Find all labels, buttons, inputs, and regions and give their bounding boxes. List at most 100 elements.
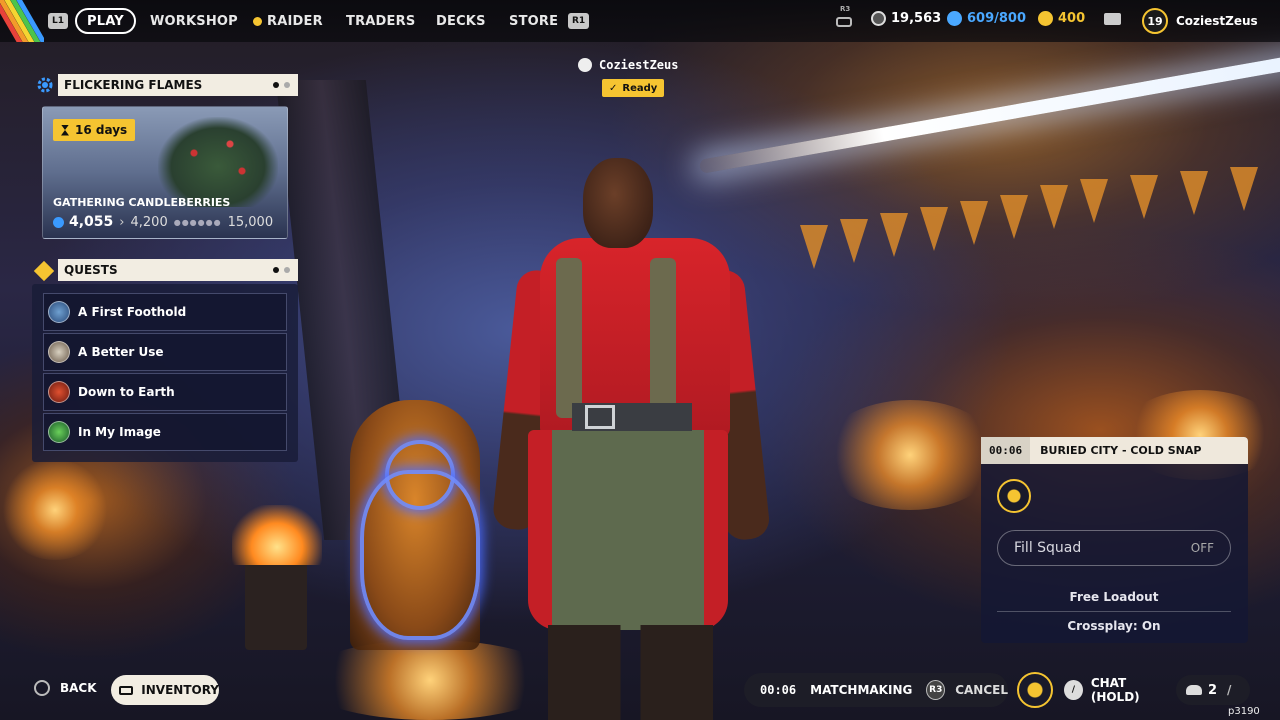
r3-label: R3	[840, 5, 851, 13]
loadout-label: Free Loadout	[1069, 590, 1159, 604]
coins-value: 19,563	[891, 11, 942, 26]
controller-icon	[836, 17, 852, 27]
party-icon	[1186, 685, 1202, 695]
mic-icon: /	[1064, 680, 1083, 700]
back-button[interactable]: BACK	[34, 680, 97, 696]
quest-avatar-icon	[48, 381, 70, 403]
l1-button-hint: L1	[48, 13, 68, 29]
quest-avatar-icon	[48, 301, 70, 323]
level-badge: 19	[1142, 8, 1168, 34]
tokens-value: 400	[1058, 11, 1086, 26]
coins-counter[interactable]: 19,563	[871, 11, 941, 26]
candle-glow	[300, 640, 560, 720]
build-number: p3190	[1228, 706, 1260, 717]
quest-label: A First Foothold	[78, 305, 187, 319]
chevron-right-icon: ›	[119, 214, 125, 230]
event-current-points: 4,055	[69, 214, 114, 230]
event-card[interactable]: 16 days GATHERING CANDLEBERRIES 4,055 › …	[42, 106, 288, 239]
event-title: FLICKERING FLAMES	[64, 78, 203, 92]
mic-small-icon: /	[1227, 683, 1232, 697]
nav-decks[interactable]: DECKS	[436, 8, 486, 34]
inventory-button[interactable]: INVENTORY	[111, 675, 219, 705]
progress-gear-icon	[53, 216, 64, 228]
fill-squad-value: OFF	[1190, 541, 1214, 555]
r3-button-icon: R3	[926, 680, 946, 700]
fill-squad-label: Fill Squad	[1014, 540, 1082, 556]
bunting-flags	[790, 167, 1280, 295]
main-nav: PLAY	[75, 8, 136, 34]
event-next-milestone: 4,200	[130, 214, 168, 230]
nav-store[interactable]: STORE	[509, 8, 558, 34]
match-panel: 00:06 BURIED CITY - COLD SNAP Fill Squad…	[981, 437, 1248, 643]
character-strap	[556, 258, 582, 418]
character-strap	[650, 258, 676, 418]
chat-button[interactable]: / CHAT (HOLD)	[1058, 675, 1174, 705]
inbox-button[interactable]	[1104, 13, 1121, 25]
event-max-points: 15,000	[227, 214, 274, 230]
fire	[232, 505, 322, 565]
nav-decks-wrap: DECKS	[436, 8, 486, 34]
tokens-counter[interactable]: 400	[1038, 11, 1085, 26]
match-header: 00:06 BURIED CITY - COLD SNAP	[981, 437, 1248, 464]
capacity-counter[interactable]: 609/800	[947, 11, 1026, 26]
raider-coin-icon	[253, 16, 262, 26]
inventory-label: INVENTORY	[141, 683, 219, 697]
matchmaking-timer: 00:06	[760, 683, 797, 697]
character-skirt	[528, 430, 728, 630]
event-gear-icon	[36, 76, 54, 94]
squad-leader-icon	[997, 479, 1031, 513]
match-map: BURIED CITY - COLD SNAP	[1040, 444, 1202, 457]
capacity-icon	[947, 11, 962, 26]
character-legs	[548, 625, 713, 720]
candle-glow	[820, 400, 1000, 510]
progress-dots: ●●●●●●	[173, 217, 222, 227]
player-emblem-icon[interactable]	[1017, 672, 1053, 708]
divider	[997, 611, 1231, 612]
r3-hint: R3	[836, 5, 852, 27]
quests-header[interactable]: QUESTS	[58, 259, 298, 281]
profile[interactable]: 19 CoziestZeus	[1142, 8, 1258, 34]
character-buckle	[585, 405, 615, 429]
circle-button-icon	[34, 680, 50, 696]
profile-username: CoziestZeus	[1176, 14, 1258, 28]
character-head	[583, 158, 653, 248]
quest-item[interactable]: A Better Use	[43, 333, 287, 371]
touchpad-icon	[119, 685, 134, 695]
squad-member-name: CoziestZeus	[599, 58, 679, 72]
r1-button-hint: R1	[568, 13, 590, 29]
nav-raider[interactable]: RAIDER	[267, 8, 323, 34]
nav-traders[interactable]: TRADERS	[346, 8, 415, 34]
crown-icon	[578, 58, 592, 72]
quest-item[interactable]: Down to Earth	[43, 373, 287, 411]
candleberry-bush-image	[158, 117, 278, 207]
page-dots	[273, 267, 290, 273]
nav-store-wrap: STORE	[509, 8, 558, 34]
nav-traders-wrap: TRADERS	[346, 8, 415, 34]
coin-icon	[871, 11, 886, 26]
nav-play[interactable]: PLAY	[75, 8, 136, 34]
party-count: 2	[1208, 682, 1218, 698]
nav-workshop[interactable]: WORKSHOP	[150, 8, 238, 34]
quest-list: A First Foothold A Better Use Down to Ea…	[32, 284, 298, 462]
token-icon	[1038, 11, 1053, 26]
event-days-left: 16 days	[75, 123, 128, 137]
quest-item[interactable]: In My Image	[43, 413, 287, 451]
quest-label: Down to Earth	[78, 385, 175, 399]
event-activity: GATHERING CANDLEBERRIES	[53, 196, 231, 209]
quest-item[interactable]: A First Foothold	[43, 293, 287, 331]
event-progress: 4,055 › 4,200 ●●●●●● 15,000	[53, 214, 283, 230]
event-header[interactable]: FLICKERING FLAMES	[58, 74, 298, 96]
quests-title: QUESTS	[64, 263, 118, 277]
party-button[interactable]: 2 /	[1176, 675, 1250, 705]
cancel-button[interactable]: CANCEL	[955, 683, 1008, 697]
ready-status: ✓ Ready	[602, 79, 665, 97]
matchmaking-bar: 00:06 MATCHMAKING R3 CANCEL	[744, 673, 1008, 707]
neon-light	[360, 470, 480, 640]
fill-squad-toggle[interactable]: Fill Squad OFF	[997, 530, 1231, 566]
back-label: BACK	[60, 681, 97, 695]
hourglass-icon	[61, 124, 69, 136]
event-timer: 16 days	[53, 119, 136, 141]
quest-label: In My Image	[78, 425, 161, 439]
chat-label: CHAT (HOLD)	[1090, 676, 1140, 704]
quest-avatar-icon	[48, 341, 70, 363]
